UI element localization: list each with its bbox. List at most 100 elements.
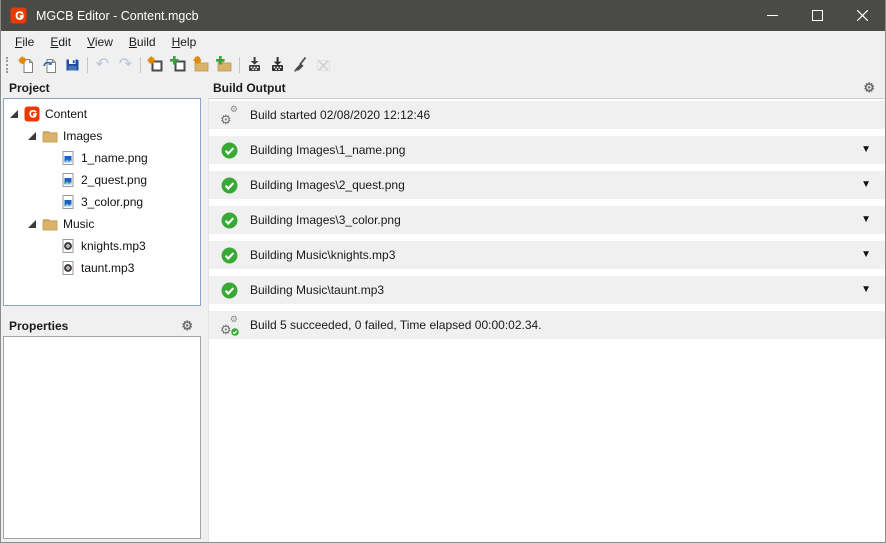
tree-item-label: Music (63, 217, 95, 231)
monogame-logo-icon (24, 106, 40, 122)
new-folder-icon (193, 56, 209, 72)
expand-caret-icon[interactable]: ▼ (861, 250, 871, 260)
redo-icon: ↷ (118, 55, 133, 73)
expand-arrow-icon[interactable] (10, 110, 24, 118)
build-output-row[interactable]: Building Images\2_quest.png ▼ (209, 171, 885, 199)
build-output-title: Build Output (213, 80, 286, 95)
tree-item-content[interactable]: Content (4, 103, 200, 125)
maximize-icon (812, 10, 823, 21)
expand-caret-icon[interactable]: ▼ (861, 145, 871, 155)
open-project-button[interactable] (38, 54, 61, 76)
menu-view[interactable]: View (79, 33, 121, 51)
new-folder-button[interactable] (190, 54, 213, 76)
properties-gear-icon[interactable]: ⚙ (181, 319, 193, 332)
undo-icon: ↶ (95, 55, 110, 73)
success-check-icon (221, 247, 238, 263)
build-output-row[interactable]: Building Images\3_color.png ▼ (209, 206, 885, 234)
cancel-build-icon (317, 60, 330, 71)
new-item-button[interactable] (144, 54, 167, 76)
tree-item-images[interactable]: Images (4, 125, 200, 147)
clean-icon (293, 56, 307, 72)
build-output-list: ⚙ ⚙ Build started 02/08/2020 12:12:46 ▼ … (208, 98, 885, 542)
build-output-text: Building Images\3_color.png (250, 213, 401, 227)
add-existing-folder-button[interactable] (213, 54, 236, 76)
build-icon (249, 57, 260, 71)
menu-bar: File Edit View Build Help (1, 31, 885, 52)
build-output-row[interactable]: Building Music\taunt.mp3 ▼ (209, 276, 885, 304)
expand-arrow-icon[interactable] (28, 220, 42, 228)
build-output-row[interactable]: Building Images\1_name.png ▼ (209, 136, 885, 164)
toolbar-separator (87, 56, 88, 73)
maximize-button[interactable] (795, 0, 840, 31)
menu-edit[interactable]: Edit (42, 33, 79, 51)
minimize-button[interactable] (750, 0, 795, 31)
monogame-logo-icon (10, 7, 27, 24)
add-existing-item-button[interactable] (167, 54, 190, 76)
undo-button: ↶ (91, 54, 114, 76)
expand-caret-icon[interactable]: ▼ (861, 215, 871, 225)
build-output-text: Building Images\2_quest.png (250, 178, 405, 192)
new-project-button[interactable] (15, 54, 38, 76)
tree-item-taunt-mp3[interactable]: taunt.mp3 (4, 257, 200, 279)
expand-caret-icon[interactable]: ▼ (861, 285, 871, 295)
gears-success-icon: ⚙ ⚙ (220, 313, 239, 337)
panel-splitter[interactable] (201, 77, 208, 542)
window-title: MGCB Editor - Content.mgcb (36, 8, 199, 23)
clean-button[interactable] (289, 54, 312, 76)
build-output-text: Building Images\1_name.png (250, 143, 406, 157)
image-file-icon (62, 151, 74, 165)
success-check-icon (221, 212, 238, 228)
tree-item-1-name-png[interactable]: 1_name.png (4, 147, 200, 169)
close-icon (857, 10, 868, 21)
save-icon (66, 59, 79, 71)
expand-caret-icon[interactable]: ▼ (861, 180, 871, 190)
tree-item-label: 1_name.png (81, 151, 148, 165)
cancel-build-button (312, 54, 335, 76)
toolbar: ↶ ↷ (1, 52, 885, 77)
build-output-text: Build 5 succeeded, 0 failed, Time elapse… (250, 318, 542, 332)
redo-button: ↷ (114, 54, 137, 76)
expand-arrow-icon[interactable] (28, 132, 42, 140)
rebuild-icon (272, 57, 283, 71)
toolbar-separator (239, 56, 240, 73)
folder-icon (42, 131, 58, 143)
rebuild-button[interactable] (266, 54, 289, 76)
properties-panel-header: Properties ⚙ (1, 315, 201, 336)
main-area: Project Content Images 1_name.png 2_ques… (1, 77, 885, 542)
build-output-row: ⚙ ⚙ Build 5 succeeded, 0 failed, Time el… (209, 311, 885, 339)
menu-build[interactable]: Build (121, 33, 164, 51)
build-output-row[interactable]: Building Music\knights.mp3 ▼ (209, 241, 885, 269)
tree-item-label: Images (63, 129, 103, 143)
minimize-icon (767, 15, 778, 16)
build-output-panel: Build Output ⚙ ⚙ ⚙ Build started 02/08/2… (208, 77, 885, 542)
build-button[interactable] (243, 54, 266, 76)
gears-icon: ⚙ ⚙ (220, 103, 238, 127)
mgcb-editor-window: MGCB Editor - Content.mgcb File Edit Vie… (0, 0, 886, 543)
folder-icon (42, 219, 58, 231)
save-project-button[interactable] (61, 54, 84, 76)
new-project-icon (18, 56, 33, 73)
menu-help[interactable]: Help (164, 33, 205, 51)
build-output-gear-icon[interactable]: ⚙ (863, 81, 875, 94)
tree-item-2-quest-png[interactable]: 2_quest.png (4, 169, 200, 191)
tree-item-label: Content (45, 107, 88, 121)
project-panel-header: Project (1, 77, 201, 98)
build-output-row: ⚙ ⚙ Build started 02/08/2020 12:12:46 ▼ (209, 101, 885, 129)
close-button[interactable] (840, 0, 885, 31)
project-tree[interactable]: Content Images 1_name.png 2_quest.png 3_… (3, 98, 201, 306)
audio-file-icon (62, 261, 74, 275)
build-output-text: Building Music\knights.mp3 (250, 248, 396, 262)
title-bar: MGCB Editor - Content.mgcb (1, 0, 885, 31)
toolbar-separator (140, 56, 141, 73)
tree-item-music[interactable]: Music (4, 213, 200, 235)
image-file-icon (62, 195, 74, 209)
tree-item-3-color-png[interactable]: 3_color.png (4, 191, 200, 213)
build-output-text: Build started 02/08/2020 12:12:46 (250, 108, 431, 122)
tree-item-label: 3_color.png (81, 195, 144, 209)
tree-item-knights-mp3[interactable]: knights.mp3 (4, 235, 200, 257)
tree-item-label: 2_quest.png (81, 173, 148, 187)
mini-check-icon (231, 327, 239, 336)
add-folder-icon (216, 56, 232, 72)
toolbar-grip[interactable] (6, 56, 13, 73)
menu-file[interactable]: File (7, 33, 42, 51)
